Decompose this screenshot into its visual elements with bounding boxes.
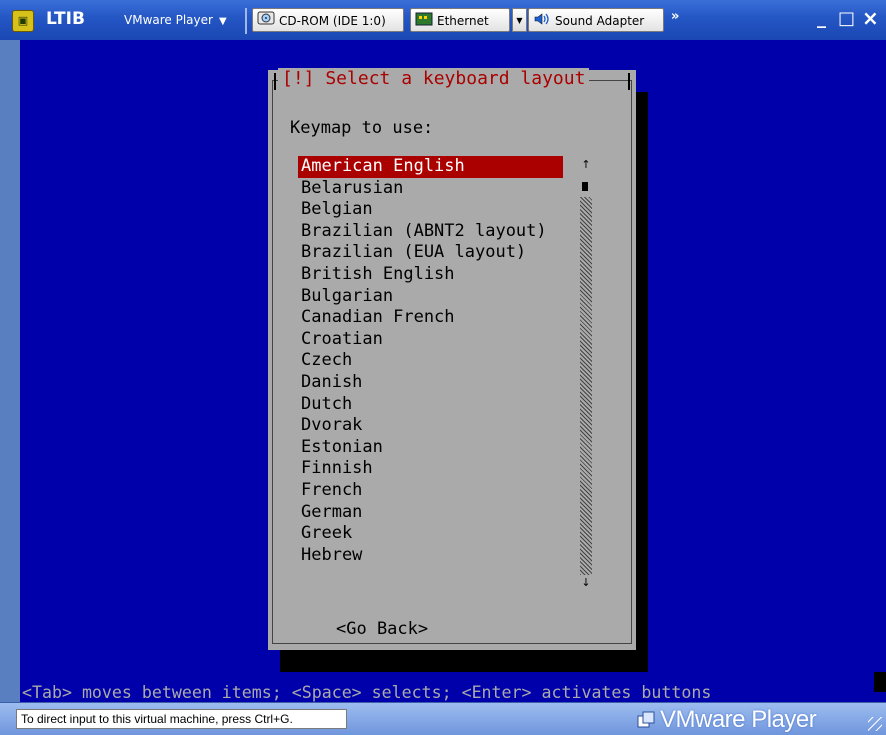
scrollbar-thumb[interactable]: [582, 182, 588, 191]
keymap-option[interactable]: Croatian: [298, 329, 563, 351]
go-back-button[interactable]: <Go Back>: [336, 619, 428, 639]
vmware-player-brand: VMware Player: [660, 706, 817, 733]
keymap-option[interactable]: British English: [298, 264, 563, 286]
keyboard-layout-dialog: [!] Select a keyboard layout Keymap to u…: [268, 68, 636, 650]
dialog-frame-corner: [628, 73, 630, 90]
keymap-option[interactable]: Brazilian (ABNT2 layout): [298, 221, 563, 243]
keymap-option[interactable]: Dvorak: [298, 415, 563, 437]
cdrom-icon: [257, 10, 275, 34]
keymap-option-selected[interactable]: American English: [298, 156, 563, 178]
title-bar: ▣ LTIB VMware Player ▼ CD-ROM (IDE 1:0) E…: [0, 0, 886, 41]
ethernet-device-button[interactable]: Ethernet: [410, 8, 510, 32]
vm-console-screen[interactable]: [!] Select a keyboard layout Keymap to u…: [20, 40, 886, 702]
sound-adapter-label: Sound Adapter: [555, 14, 645, 28]
keymap-option[interactable]: French: [298, 480, 563, 502]
keymap-option[interactable]: Bulgarian: [298, 286, 563, 308]
keymap-list[interactable]: American English Belarusian Belgian Braz…: [298, 156, 563, 566]
close-button[interactable]: ×: [862, 6, 879, 30]
resize-grip-icon[interactable]: [868, 717, 882, 731]
status-message: To direct input to this virtual machine,…: [16, 709, 347, 729]
network-icon: [415, 10, 433, 34]
status-bar: To direct input to this virtual machine,…: [0, 702, 886, 735]
window-left-border: [0, 40, 20, 702]
keymap-option[interactable]: Brazilian (EUA layout): [298, 242, 563, 264]
keymap-option[interactable]: Hebrew: [298, 545, 563, 567]
scroll-up-arrow-icon[interactable]: ↑: [579, 158, 593, 171]
minimize-button[interactable]: _: [817, 8, 826, 29]
vmware-player-menu-label: VMware Player: [124, 13, 213, 27]
vmware-player-menu[interactable]: VMware Player ▼: [118, 9, 233, 31]
keymap-option[interactable]: Estonian: [298, 437, 563, 459]
toolbar-separator: [245, 8, 247, 34]
scroll-down-arrow-icon[interactable]: ↓: [579, 576, 593, 589]
scrollbar-track[interactable]: [580, 197, 592, 575]
cdrom-device-button[interactable]: CD-ROM (IDE 1:0): [252, 8, 404, 32]
keymap-option[interactable]: Finnish: [298, 458, 563, 480]
keymap-prompt: Keymap to use:: [290, 118, 434, 138]
sound-adapter-button[interactable]: Sound Adapter: [528, 8, 664, 32]
keymap-option[interactable]: Dutch: [298, 394, 563, 416]
chevron-down-icon: ▼: [218, 16, 227, 27]
keymap-option[interactable]: Czech: [298, 350, 563, 372]
keymap-option[interactable]: Belgian: [298, 199, 563, 221]
dialog-title: [!] Select a keyboard layout: [278, 68, 590, 90]
chevron-down-icon: ▼: [516, 16, 523, 25]
vm-name: LTIB: [46, 9, 85, 29]
keymap-option[interactable]: Greek: [298, 523, 563, 545]
keymap-option[interactable]: Danish: [298, 372, 563, 394]
keymap-option[interactable]: Belarusian: [298, 178, 563, 200]
ethernet-dropdown-button[interactable]: ▼: [512, 8, 527, 32]
keymap-option[interactable]: Canadian French: [298, 307, 563, 329]
help-line: <Tab> moves between items; <Space> selec…: [22, 683, 712, 702]
maximize-button[interactable]: □: [838, 8, 855, 29]
keymap-option[interactable]: German: [298, 502, 563, 524]
vmware-app-icon: ▣: [12, 10, 34, 32]
speaker-icon: [533, 10, 551, 34]
cdrom-device-label: CD-ROM (IDE 1:0): [279, 14, 386, 28]
ethernet-device-label: Ethernet: [437, 14, 489, 28]
dialog-frame-corner: [274, 73, 276, 90]
overflow-chevron[interactable]: »: [671, 9, 679, 24]
vmware-logo-icon: [637, 711, 655, 729]
